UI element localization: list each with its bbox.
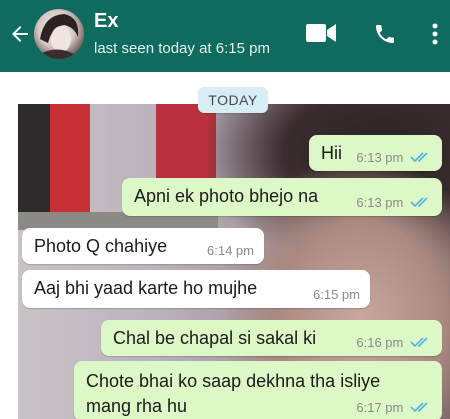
phone-icon[interactable]: [373, 22, 397, 46]
double-check-icon: [410, 402, 428, 413]
message-time: 6:13 pm: [356, 195, 404, 210]
contact-name[interactable]: Ex: [94, 10, 118, 33]
message-text: Apni ek photo bhejo na: [134, 186, 319, 206]
double-check-icon: [410, 337, 428, 348]
message-meta: 6:17 pm: [356, 400, 432, 415]
message-meta: 6:16 pm: [356, 335, 432, 350]
message-bubble-outgoing[interactable]: Chote bhai ko saap dekhna tha isliye man…: [74, 361, 442, 419]
chat-header: Ex last seen today at 6:15 pm: [0, 0, 450, 72]
double-check-icon: [410, 152, 428, 163]
message-meta: 6:13 pm: [356, 150, 432, 165]
more-options-icon[interactable]: [430, 22, 440, 46]
message-time: 6:14 pm: [207, 243, 254, 258]
message-text: Hii: [321, 143, 342, 163]
message-bubble-outgoing[interactable]: Chal be chapal si sakal ki 6:16 pm: [101, 320, 442, 356]
message-text: Chal be chapal si sakal ki: [113, 328, 317, 348]
message-time: 6:15 pm: [313, 287, 360, 302]
message-bubble-outgoing[interactable]: Hii 6:13 pm: [309, 135, 442, 171]
message-text: Photo Q chahiye: [34, 236, 168, 256]
message-time: 6:16 pm: [356, 335, 404, 350]
message-bubble-outgoing[interactable]: Apni ek photo bhejo na 6:13 pm: [122, 178, 442, 216]
message-bubble-incoming[interactable]: Aaj bhi yaad karte ho mujhe 6:15 pm: [22, 270, 370, 308]
back-arrow-icon[interactable]: [8, 22, 32, 46]
last-seen-status: last seen today at 6:15 pm: [94, 40, 270, 57]
double-check-icon: [410, 197, 428, 208]
date-chip: TODAY: [198, 87, 268, 113]
message-bubble-incoming[interactable]: Photo Q chahiye 6:14 pm: [22, 228, 264, 264]
message-text: Aaj bhi yaad karte ho mujhe: [34, 278, 258, 298]
chat-area[interactable]: TODAY Hii 6:13 pm Apni ek photo bhejo na…: [0, 72, 450, 419]
message-time: 6:17 pm: [356, 400, 404, 415]
video-call-icon[interactable]: [306, 22, 336, 44]
avatar-image: [40, 14, 79, 59]
message-time: 6:13 pm: [356, 150, 404, 165]
avatar[interactable]: [34, 9, 84, 59]
message-meta: 6:13 pm: [356, 195, 432, 210]
